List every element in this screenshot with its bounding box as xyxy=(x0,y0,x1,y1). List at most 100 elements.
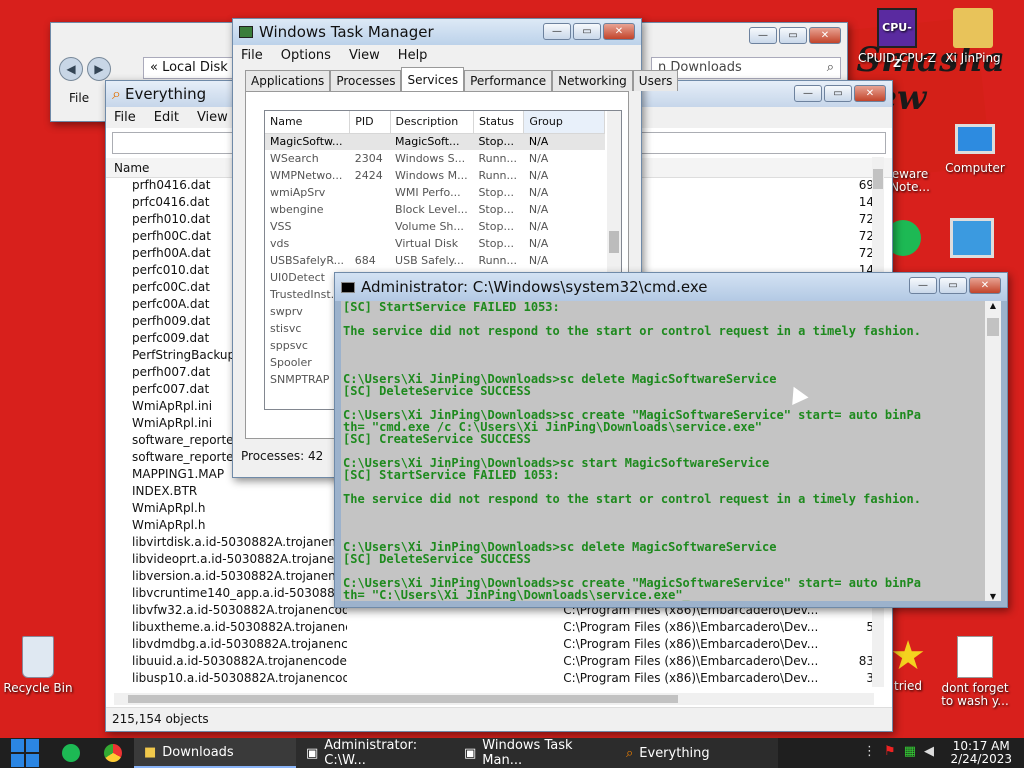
service-group: N/A xyxy=(528,169,549,182)
menu-options[interactable]: Options xyxy=(281,48,331,63)
scroll-down-icon[interactable]: ▼ xyxy=(985,592,1001,601)
service-status: Stop... xyxy=(478,237,514,250)
maximize-button[interactable]: ▭ xyxy=(779,27,807,44)
minimize-button[interactable]: — xyxy=(794,85,822,102)
desktop-icon-cpuz[interactable]: CPU-Z CPUID CPU-Z xyxy=(857,8,937,70)
column-name[interactable]: Name xyxy=(265,111,351,134)
service-status: Runn... xyxy=(478,254,518,267)
service-row[interactable]: WMPNetwo... 2424 Windows M... Runn... N/A xyxy=(265,167,605,184)
column-description[interactable]: Description xyxy=(390,111,474,134)
explorer-search-input[interactable]: n Downloads ⌕ xyxy=(651,57,841,79)
menu-view[interactable]: View xyxy=(197,110,228,125)
service-pid: 2304 xyxy=(354,152,383,165)
service-row[interactable]: wmiApSrv WMI Perfo... Stop... N/A xyxy=(265,184,605,201)
taskbar-item-downloads[interactable]: ■ Downloads xyxy=(134,738,296,768)
service-pid xyxy=(350,201,390,218)
service-group: N/A xyxy=(528,237,549,250)
explorer-file-menu[interactable]: File xyxy=(69,91,89,105)
folder-icon: ■ xyxy=(144,744,157,760)
menu-view[interactable]: View xyxy=(349,48,380,63)
file-row[interactable]: libvdmdbg.a.id-5030882A.trojanencoder@ao… xyxy=(114,636,874,653)
desktop-icon-user[interactable]: Xi JinPing xyxy=(933,8,1013,65)
service-group: N/A xyxy=(528,203,549,216)
minimize-button[interactable]: — xyxy=(749,27,777,44)
close-button[interactable]: ✕ xyxy=(809,27,841,44)
computer-icon xyxy=(955,124,995,154)
start-button[interactable] xyxy=(0,738,50,768)
desktop-icon-computer[interactable]: Computer xyxy=(935,124,1015,175)
file-size: 83 xyxy=(858,654,874,668)
service-status: Runn... xyxy=(478,169,518,182)
pinned-spotify-icon[interactable] xyxy=(62,744,80,762)
cmd-window[interactable]: Administrator: C:\Windows\system32\cmd.e… xyxy=(334,272,1008,608)
close-button[interactable]: ✕ xyxy=(854,85,886,102)
service-row[interactable]: USBSafelyR... 684 USB Safely... Runn... N/A xyxy=(265,252,605,269)
scrollbar-thumb[interactable] xyxy=(873,169,883,189)
service-row[interactable]: wbengine Block Level... Stop... N/A xyxy=(265,201,605,218)
desktop-icon-calendar[interactable]: dont forget to wash y... xyxy=(935,636,1015,708)
network-icon[interactable]: ▦ xyxy=(904,744,916,759)
flag-icon[interactable]: ⚑ xyxy=(884,744,896,759)
file-name: INDEX.BTR xyxy=(132,484,198,498)
file-name: libversion.a.id-5030882A.trojanencod xyxy=(132,569,347,583)
clock[interactable]: 10:17 AM 2/24/2023 xyxy=(950,740,1012,766)
scrollbar-thumb[interactable] xyxy=(609,231,619,253)
service-group: N/A xyxy=(528,135,549,149)
hscrollbar-thumb[interactable] xyxy=(128,695,678,703)
maximize-button[interactable]: ▭ xyxy=(573,23,601,40)
service-row[interactable]: vds Virtual Disk Stop... N/A xyxy=(265,235,605,252)
volume-icon[interactable]: ◀ xyxy=(924,744,934,759)
taskbar-item-label: Everything xyxy=(639,745,710,761)
column-group[interactable]: Group xyxy=(523,111,605,134)
menu-file[interactable]: File xyxy=(241,48,263,63)
menu-edit[interactable]: Edit xyxy=(154,110,179,125)
scroll-up-icon[interactable]: ▲ xyxy=(985,301,1001,310)
tab-services[interactable]: Services xyxy=(401,67,465,91)
service-description: MagicSoft... xyxy=(395,135,460,149)
service-name: MagicSoftw... xyxy=(270,135,343,149)
console-line: [SC] StartService FAILED 1053: xyxy=(343,301,560,314)
taskbar-item-everything[interactable]: ⌕ Everything xyxy=(616,738,778,768)
taskmgr-tabs: Applications Processes Services Performa… xyxy=(233,67,679,91)
service-row[interactable]: VSS Volume Sh... Stop... N/A xyxy=(265,218,605,235)
tab-networking[interactable]: Networking xyxy=(552,70,633,91)
overflow-icon[interactable]: ⋮ xyxy=(863,744,876,759)
taskbar-item-label: Windows Task Man... xyxy=(482,738,573,768)
pinned-chrome-icon[interactable] xyxy=(104,744,122,762)
file-row[interactable]: libusp10.a.id-5030882A.trojanencoder@aol… xyxy=(114,670,874,687)
taskbar-item-taskmgr[interactable]: ▣ Windows Task Man... xyxy=(454,738,616,768)
maximize-button[interactable]: ▭ xyxy=(939,277,967,294)
console-line: The service did not respond to the start… xyxy=(343,324,921,338)
network-globe-icon[interactable] xyxy=(950,218,994,258)
everything-hscrollbar[interactable] xyxy=(114,693,874,705)
cmd-scrollbar[interactable]: ▲ ▼ xyxy=(985,301,1001,601)
column-status[interactable]: Status xyxy=(473,111,525,134)
forward-button[interactable]: ▶ xyxy=(87,57,111,81)
service-row[interactable]: MagicSoftw... MagicSoft... Stop... N/A xyxy=(265,133,605,150)
menu-file[interactable]: File xyxy=(114,110,136,125)
tab-applications[interactable]: Applications xyxy=(245,70,331,91)
file-row[interactable]: libuuid.a.id-5030882A.trojanencoder@aol.… xyxy=(114,653,874,670)
maximize-button[interactable]: ▭ xyxy=(824,85,852,102)
minimize-button[interactable]: — xyxy=(909,277,937,294)
close-button[interactable]: ✕ xyxy=(969,277,1001,294)
menu-help[interactable]: Help xyxy=(398,48,428,63)
file-path: C:\Program Files (x86)\Embarcadero\Dev..… xyxy=(563,620,819,634)
explorer-window-controls: — ▭ ✕ xyxy=(749,27,841,44)
taskbar-item-cmd[interactable]: ▣ Administrator: C:\W... xyxy=(296,738,454,768)
column-pid[interactable]: PID xyxy=(349,111,391,134)
tab-processes[interactable]: Processes xyxy=(330,70,402,91)
tab-performance[interactable]: Performance xyxy=(464,70,553,91)
console-line: [SC] StartService FAILED 1053: xyxy=(343,468,560,482)
service-pid xyxy=(350,218,390,235)
close-button[interactable]: ✕ xyxy=(603,23,635,40)
file-row[interactable]: libuxtheme.a.id-5030882A.trojanencoder@a… xyxy=(114,619,874,636)
scrollbar-thumb[interactable] xyxy=(987,318,999,336)
back-button[interactable]: ◀ xyxy=(59,57,83,81)
desktop-icon-recycle-bin[interactable]: Recycle Bin xyxy=(0,636,78,695)
service-row[interactable]: WSearch 2304 Windows S... Runn... N/A xyxy=(265,150,605,167)
tab-users[interactable]: Users xyxy=(632,70,679,91)
console-output[interactable]: [SC] StartService FAILED 1053: The servic… xyxy=(341,301,985,601)
minimize-button[interactable]: — xyxy=(543,23,571,40)
